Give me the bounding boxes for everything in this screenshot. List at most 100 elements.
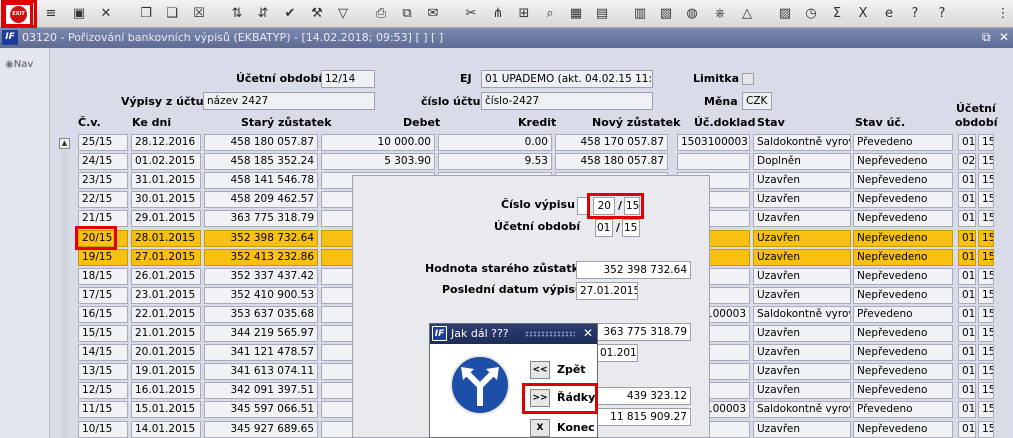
cell-stav[interactable]: Uzavřen	[753, 286, 851, 304]
cell-cv[interactable]: 12/15	[78, 382, 128, 400]
cell-stary[interactable]: 352 337 437.42	[204, 267, 318, 285]
cell-doklad[interactable]	[677, 153, 750, 171]
split-icon[interactable]: ⋔	[489, 5, 507, 23]
cell-stav[interactable]: Uzavřen	[753, 172, 851, 190]
cislo-vypisu-year-field[interactable]: 15	[624, 197, 640, 215]
col-header-debet[interactable]: Debet	[403, 116, 440, 129]
cell-o1[interactable]: 01	[958, 248, 976, 266]
cell-cv[interactable]: 14/15	[78, 344, 128, 362]
exit-button[interactable]: EXIT	[3, 2, 33, 27]
cell-stav[interactable]: Uzavřen	[753, 344, 851, 362]
cell-stav[interactable]: Uzavřen	[753, 229, 851, 247]
triangle-icon[interactable]: △	[738, 5, 756, 23]
cell-o1[interactable]: 01	[958, 134, 976, 151]
search-grid-icon[interactable]: ⌕	[541, 5, 559, 23]
cell-o1[interactable]: 01	[958, 420, 976, 438]
end-label[interactable]: Konec	[557, 421, 595, 434]
helm-icon[interactable]: ⎈	[711, 5, 729, 23]
cell-o2[interactable]: 15	[978, 248, 994, 266]
cell-o2[interactable]: 15	[978, 344, 994, 362]
col-header-obdobi[interactable]: období	[955, 116, 998, 129]
cell-stav-uc[interactable]: Nepřevedeno	[853, 344, 953, 362]
excel-icon[interactable]: X	[854, 5, 872, 23]
cell-novy[interactable]: 458 170 057.87	[555, 134, 668, 151]
cell-o2[interactable]: 15	[978, 191, 994, 209]
cell-stary[interactable]: 353 637 035.68	[204, 305, 318, 323]
rows-button[interactable]: >>	[530, 389, 550, 407]
export-icon[interactable]: ⧉	[398, 5, 416, 23]
cell-stav[interactable]: Uzavřen	[753, 210, 851, 228]
cell-stav-uc[interactable]: Převedeno	[853, 305, 953, 323]
cell-stav[interactable]: Uzavřen	[753, 191, 851, 209]
nav-panel[interactable]: Nav	[0, 48, 50, 438]
cell-stav[interactable]: Saldokontně vyrovn	[753, 305, 851, 323]
cell-date[interactable]: 19.01.2015	[131, 363, 201, 381]
cell-stary[interactable]: 458 185 352.24	[204, 153, 318, 171]
tools-icon[interactable]: ⚒	[308, 5, 326, 23]
cell-cv[interactable]: 25/15	[78, 134, 128, 151]
cell-stary[interactable]: 344 219 565.97	[204, 325, 318, 342]
cell-o2[interactable]: 15	[978, 229, 994, 247]
cell-stary[interactable]: 363 775 318.79	[204, 210, 318, 228]
cell-cv[interactable]: 19/15	[78, 248, 128, 266]
paste-icon[interactable]: ❏	[163, 5, 181, 23]
cell-o2[interactable]: 15	[978, 172, 994, 190]
cell-cv[interactable]: 11/15	[78, 401, 128, 419]
cell-o1[interactable]: 01	[958, 363, 976, 381]
cell-cv[interactable]: 20/15	[78, 229, 128, 247]
cell-stav-uc[interactable]: Převedeno	[853, 401, 953, 419]
cell-stary[interactable]: 345 597 066.51	[204, 401, 318, 419]
cell-date[interactable]: 30.01.2015	[131, 191, 201, 209]
cell-stav-uc[interactable]: Nepřevedeno	[853, 363, 953, 381]
cut-icon[interactable]: ✂	[462, 5, 480, 23]
grid-settings-icon[interactable]: ⊞	[515, 5, 533, 23]
cell-stary[interactable]: 458 209 462.57	[204, 191, 318, 209]
sum-icon[interactable]: Σ	[828, 5, 846, 23]
cell-o1[interactable]: 01	[958, 305, 976, 323]
cell-o2[interactable]: 15	[978, 286, 994, 304]
insert-row-icon[interactable]: ▣	[70, 5, 88, 23]
cell-stary[interactable]: 458 180 057.87	[204, 134, 318, 151]
cislo-vypisu-number-field[interactable]: 20	[593, 197, 615, 215]
cell-stav[interactable]: Uzavřen	[753, 420, 851, 438]
cell-stav-uc[interactable]: Nepřevedeno	[853, 153, 953, 171]
cell-o1[interactable]: 01	[958, 229, 976, 247]
cell-stary[interactable]: 345 927 689.65	[204, 420, 318, 438]
cell-cv[interactable]: 22/15	[78, 191, 128, 209]
cell-o1[interactable]: 01	[958, 191, 976, 209]
cell-cv[interactable]: 13/15	[78, 363, 128, 381]
cell-stav-uc[interactable]: Nepřevedeno	[853, 229, 953, 247]
cell-date[interactable]: 28.12.2016	[131, 134, 201, 151]
cell-cv[interactable]: 17/15	[78, 286, 128, 304]
cell-o1[interactable]: 01	[958, 401, 976, 419]
cell-o2[interactable]: 15	[978, 325, 994, 342]
cell-o2[interactable]: 15	[978, 134, 994, 151]
cell-o1[interactable]: 01	[958, 325, 976, 342]
clipboard-icon[interactable]: ▥	[631, 5, 649, 23]
cell-date[interactable]: 23.01.2015	[131, 286, 201, 304]
more-icon[interactable]: ⋮	[994, 5, 1012, 23]
close-window-button[interactable]: ✕	[999, 30, 1009, 44]
cell-date[interactable]: 20.01.2015	[131, 344, 201, 362]
cell-o1[interactable]: 01	[958, 172, 976, 190]
cell-o2[interactable]: 15	[978, 153, 994, 171]
cell-date[interactable]: 14.01.2015	[131, 420, 201, 438]
limitka-checkbox[interactable]	[742, 73, 754, 85]
cell-o2[interactable]: 15	[978, 363, 994, 381]
cell-stav-uc[interactable]: Nepřevedeno	[853, 172, 953, 190]
cell-debet[interactable]: 5 303.90	[321, 153, 435, 171]
add-row-icon[interactable]: ≡	[42, 5, 60, 23]
panel-ucetni-obdobi-year-field[interactable]: 15	[622, 219, 640, 237]
col-header-ke-dni[interactable]: Ke dni	[132, 116, 171, 129]
cell-o2[interactable]: 15	[978, 305, 994, 323]
restore-window-button[interactable]: ⧉	[982, 30, 991, 45]
scroll-up-button[interactable]: ▲	[59, 138, 70, 149]
cell-stav-uc[interactable]: Nepřevedeno	[853, 191, 953, 209]
ucetni-obdobi-field[interactable]: 12/14	[321, 70, 375, 88]
copy-icon[interactable]: ❐	[137, 5, 155, 23]
col-header-novy-zustatek[interactable]: Nový zůstatek	[592, 116, 680, 129]
col-header-uc-doklad[interactable]: Úč.doklad	[694, 116, 755, 129]
dialog-close-button[interactable]: ✕	[583, 326, 593, 340]
cell-cv[interactable]: 16/15	[78, 305, 128, 323]
cell-stav[interactable]: Uzavřen	[753, 363, 851, 381]
